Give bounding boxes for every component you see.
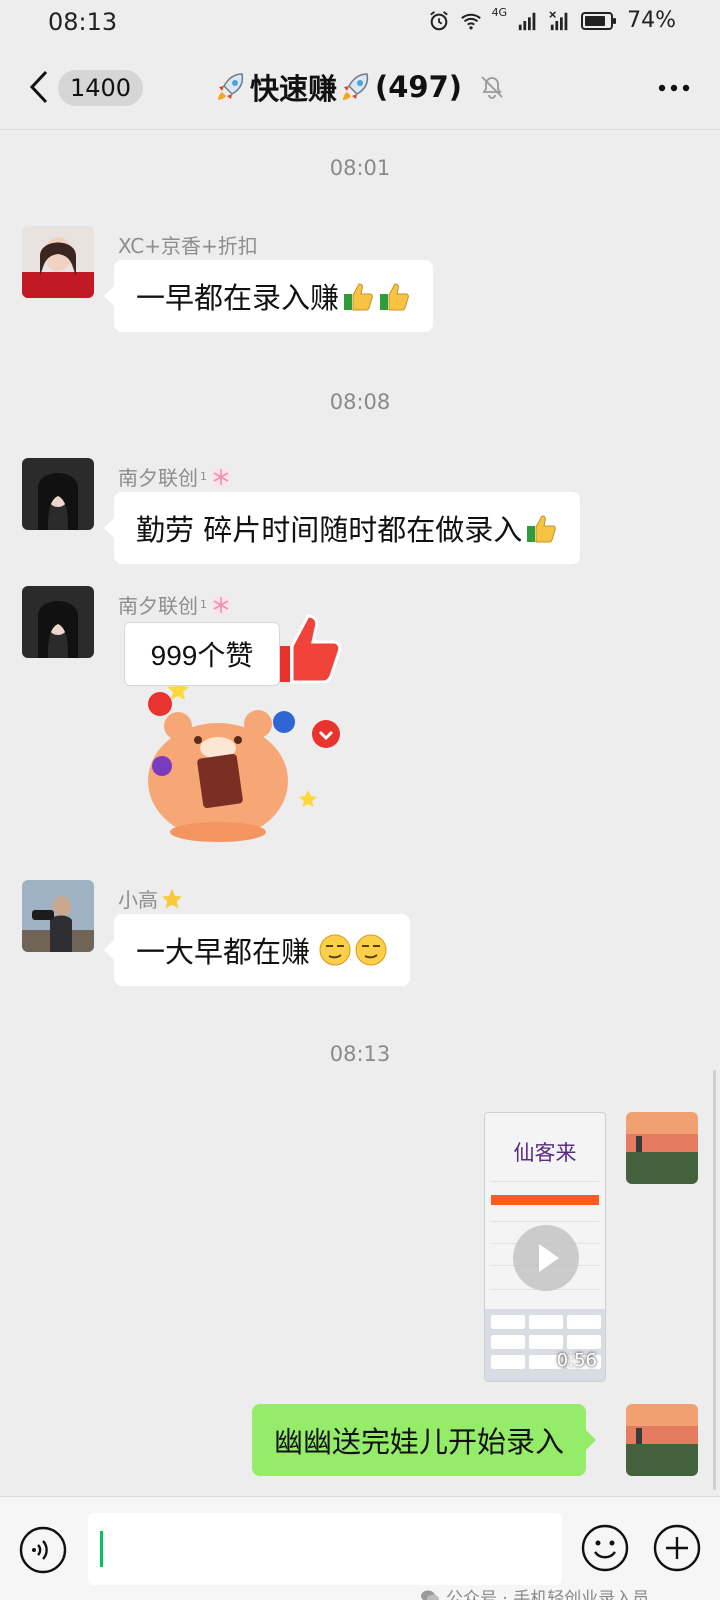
play-icon[interactable] [513,1225,579,1291]
star-icon [162,888,182,908]
bear-sticker [148,710,288,842]
message-text: 一大早都在赚 [136,935,311,969]
emoji-icon[interactable] [580,1523,630,1573]
sender-name: 南夕联创 1 [118,462,233,491]
status-bar: 08:13 4G 74% [0,0,720,44]
video-frame-bar [491,1195,599,1205]
network-label: 4G [491,6,508,19]
message-text: 一早都在录入赚 [136,281,340,315]
rocket-icon [342,73,369,100]
member-count: (497) [374,70,463,104]
message-bubble[interactable]: 幽幽送完娃儿开始录入 [252,1404,597,1476]
smirk-icon [355,934,387,966]
signal-icon [518,12,536,30]
video-title: 仙客来 [513,1141,577,1165]
scrollbar[interactable] [713,1070,716,1490]
avatar[interactable] [22,586,94,658]
message-text: 幽幽送完娃儿开始录入 [274,1425,565,1459]
thumbs-up-icon [270,614,342,684]
sender-name: 小高 [118,884,184,913]
chat-header: 1400 快速赚 (497) [0,44,720,130]
status-time: 08:13 [48,8,118,36]
mute-icon [481,76,503,99]
more-icon[interactable] [656,82,692,94]
avatar[interactable] [22,880,94,952]
message-bubble[interactable]: 勤劳 碎片时间随时都在做录入 [103,492,581,564]
chat-title-text: 快速赚 [249,72,337,106]
status-icons: 4G 74% [428,6,676,33]
sender-name: XC+京香+折扣 [118,234,258,258]
message-timestamp: 08:08 [329,390,391,414]
wechat-icon [421,1590,439,1600]
thumbs-up-icon [380,283,409,311]
message-bubble[interactable]: 一早都在录入赚 [103,260,434,332]
alarm-icon [429,10,448,30]
wifi-icon [460,13,481,30]
avatar[interactable] [22,458,94,530]
message-bubble[interactable]: 一大早都在赚 [103,914,411,986]
avatar[interactable] [626,1112,698,1184]
smirk-icon [319,934,351,966]
watermark: 公众号 · 手机轻创业录入员 [420,1584,649,1600]
message-input[interactable] [88,1513,562,1585]
thumbs-up-icon [344,283,373,311]
sticker-caption: 999个赞 [124,622,280,686]
video-message[interactable]: 仙客来 0:56 [484,1112,606,1382]
text-caret [100,1531,103,1567]
thumbs-up-icon [527,515,557,543]
message-timestamp: 08:01 [329,156,391,180]
rocket-icon [217,73,244,100]
battery-percent: 74% [627,8,676,33]
message-text: 勤劳 碎片时间随时都在做录入 [136,513,523,547]
snowflake-icon [211,466,231,487]
avatar[interactable] [626,1404,698,1476]
video-duration: 0:56 [556,1350,597,1371]
avatar[interactable] [22,226,94,298]
signal-icon [549,10,568,30]
message-timestamp: 08:13 [329,1042,391,1066]
plus-icon[interactable] [652,1523,702,1573]
chat-title: 快速赚 (497) [0,66,720,111]
battery-icon [581,11,617,30]
voice-icon[interactable] [18,1525,68,1575]
